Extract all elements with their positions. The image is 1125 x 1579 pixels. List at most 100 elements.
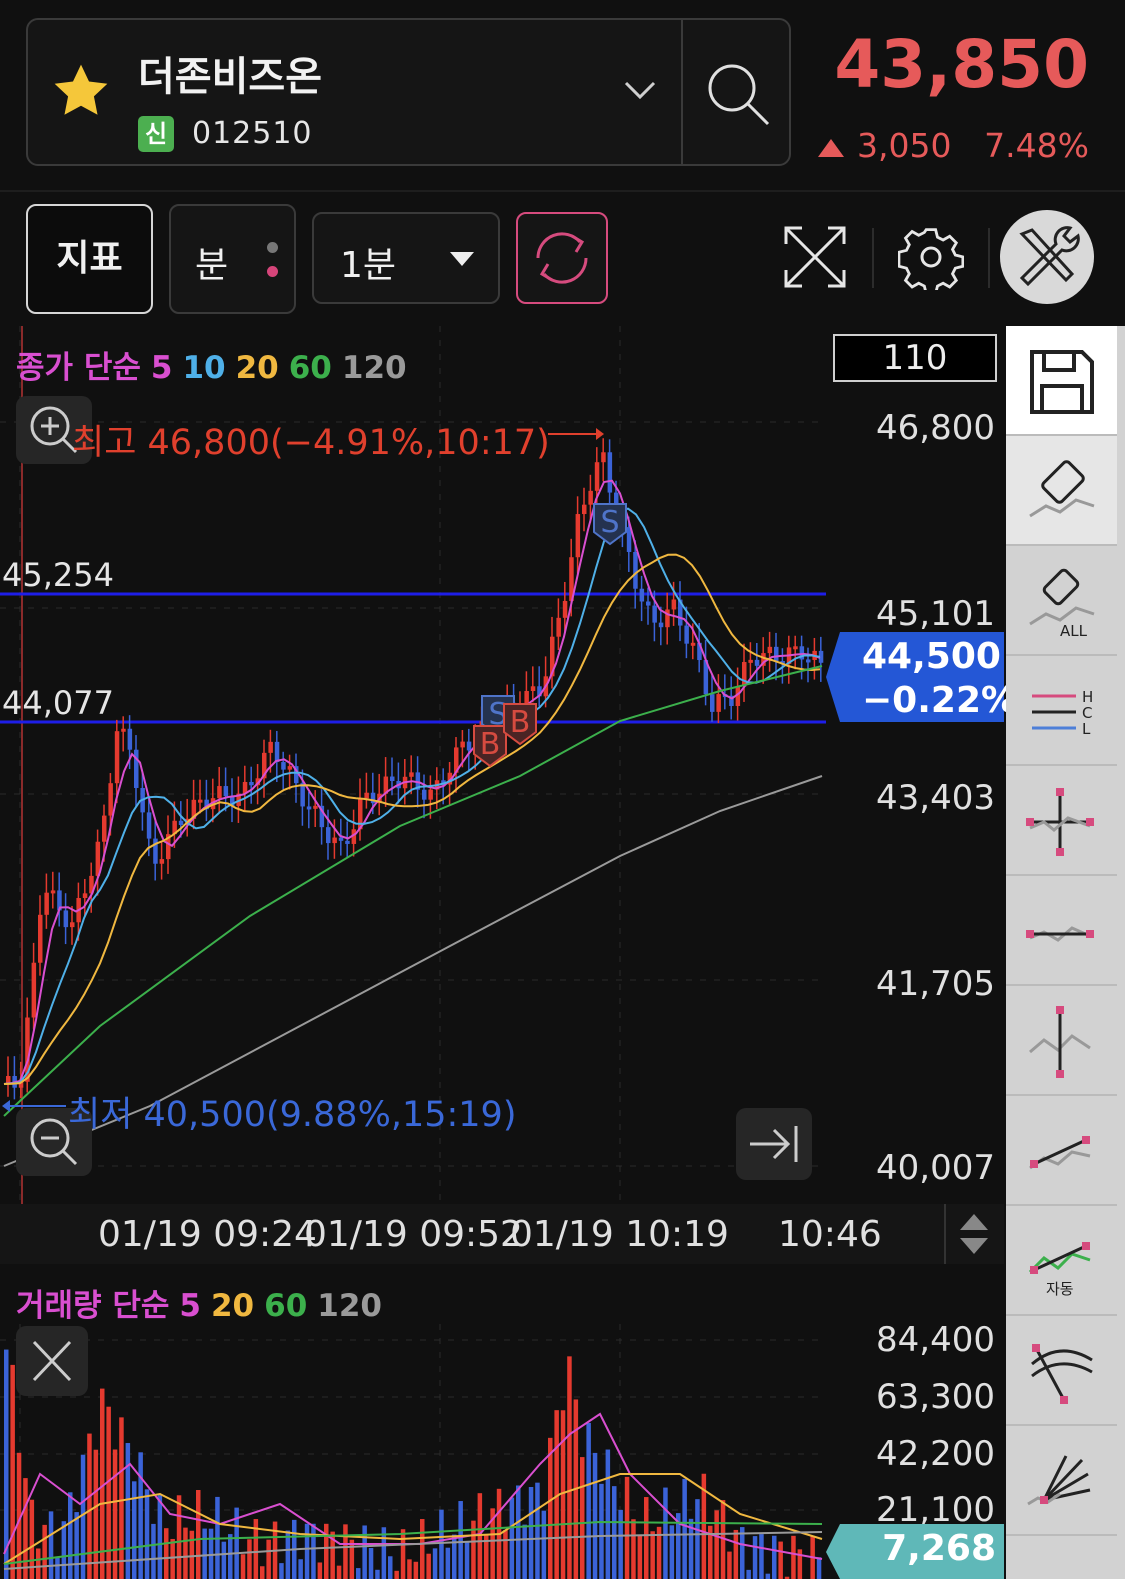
eraser-all-tool[interactable]: ALL <box>1006 546 1117 656</box>
legend-ma: 120 <box>341 350 407 386</box>
up-triangle-icon <box>818 139 844 157</box>
eraser-tool[interactable] <box>1006 436 1117 546</box>
volume-bar <box>592 1452 598 1579</box>
volume-bar <box>202 1528 207 1579</box>
interval-value: 1분 <box>340 245 397 286</box>
trend-line-tool[interactable] <box>1006 1096 1117 1206</box>
candle-body <box>594 462 600 491</box>
fan-lines-icon <box>1027 1455 1091 1506</box>
hcl-lines-icon: H C L <box>1032 688 1093 738</box>
vol-tick-label: 42,200 <box>876 1434 995 1474</box>
current-price-tag-pct: −0.22% <box>862 680 1018 721</box>
candle-body <box>409 772 414 777</box>
volume-bar <box>10 1364 15 1579</box>
volume-bar <box>362 1525 367 1579</box>
legend-ma: 5 <box>179 1288 201 1324</box>
close-volume-button[interactable] <box>16 1326 88 1396</box>
candle-body <box>114 731 120 784</box>
volume-bar <box>260 1566 265 1579</box>
candle-body <box>530 686 536 692</box>
eraser-icon <box>1029 460 1095 518</box>
stock-selector[interactable]: 더존비즈온 신 012510 <box>26 18 791 166</box>
candle-body <box>582 504 587 515</box>
volume-bar <box>580 1457 585 1579</box>
drawing-tools-button[interactable] <box>1000 210 1094 304</box>
candle-body <box>671 599 677 610</box>
volume-bar <box>42 1524 47 1579</box>
candle-body <box>556 617 561 637</box>
candle-body <box>690 642 696 646</box>
ma20-line <box>3 553 821 1085</box>
legend-ma: 10 <box>182 350 226 386</box>
candle-body <box>338 837 344 841</box>
candle-body <box>562 600 568 618</box>
auto-trend-tool[interactable]: 자동 <box>1006 1206 1117 1316</box>
eraser-all-icon: ALL <box>1029 568 1095 640</box>
fan-arc-icon <box>1031 1344 1093 1404</box>
volume-bar <box>816 1557 822 1579</box>
caret-down-icon <box>450 252 474 266</box>
horizontal-line-tool[interactable] <box>1006 876 1117 986</box>
volume-bar <box>164 1528 169 1579</box>
candle-body <box>345 840 350 844</box>
volume-bar <box>528 1487 534 1579</box>
candle-body <box>146 812 152 839</box>
y-tick-label: 40,007 <box>876 1148 995 1188</box>
go-to-latest-button[interactable] <box>736 1108 812 1180</box>
volume-bar <box>624 1476 630 1579</box>
chevron-down-icon[interactable] <box>623 78 657 102</box>
volume-bar <box>567 1356 572 1579</box>
volume-bar <box>343 1524 348 1579</box>
candle-body <box>38 914 43 963</box>
candle-body <box>217 786 222 799</box>
sort-toggle-icon[interactable] <box>958 1212 990 1256</box>
volume-bar <box>772 1535 777 1579</box>
header-divider <box>0 190 1125 192</box>
expand-icon[interactable] <box>782 224 848 290</box>
candle-body <box>684 625 689 644</box>
candle-body <box>607 452 613 493</box>
fan-arc-tool[interactable] <box>1006 1316 1117 1426</box>
vertical-line-tool[interactable] <box>1006 986 1117 1096</box>
crosshair-tool[interactable] <box>1006 766 1117 876</box>
search-icon[interactable] <box>704 60 774 130</box>
save-icon <box>1030 350 1094 414</box>
volume-bar <box>247 1539 252 1579</box>
candle-body <box>716 694 721 712</box>
volume-bar <box>196 1490 201 1579</box>
hcl-tool[interactable]: H C L <box>1006 656 1117 766</box>
star-icon[interactable] <box>50 60 112 122</box>
refresh-button[interactable] <box>516 212 608 304</box>
legend-ma: 60 <box>288 350 332 386</box>
volume-bar <box>298 1559 303 1579</box>
volume-bar <box>637 1535 643 1579</box>
volume-bar <box>541 1510 547 1579</box>
y-tick-label: 45,101 <box>876 594 995 634</box>
divider <box>681 20 683 164</box>
volume-bar <box>279 1563 284 1579</box>
bar-count-box[interactable]: 110 <box>833 334 997 382</box>
volume-bar <box>87 1433 92 1579</box>
save-tool[interactable] <box>1006 326 1117 436</box>
gear-icon[interactable] <box>898 224 964 290</box>
candle-body <box>70 922 75 928</box>
volume-bar <box>151 1523 156 1579</box>
period-button[interactable]: 분 <box>169 204 296 314</box>
volume-bar <box>183 1527 188 1579</box>
volume-bar <box>503 1530 508 1579</box>
volume-bar <box>650 1531 655 1579</box>
volume-bar <box>426 1553 431 1579</box>
high-arrow-head <box>596 428 604 440</box>
candle-body <box>710 694 715 712</box>
candle-body <box>332 837 337 844</box>
volume-bar <box>55 1556 60 1579</box>
volume-bar <box>733 1529 739 1579</box>
volume-bar <box>119 1417 124 1579</box>
candle-body <box>44 892 49 915</box>
interval-select[interactable]: 1분 <box>312 212 500 304</box>
indicator-button[interactable]: 지표 <box>26 204 153 314</box>
volume-bar <box>682 1478 687 1579</box>
current-price-tag-value: 44,500 <box>862 636 1001 677</box>
eraser-all-text: ALL <box>1060 622 1088 640</box>
fan-lines-tool[interactable] <box>1006 1426 1117 1536</box>
